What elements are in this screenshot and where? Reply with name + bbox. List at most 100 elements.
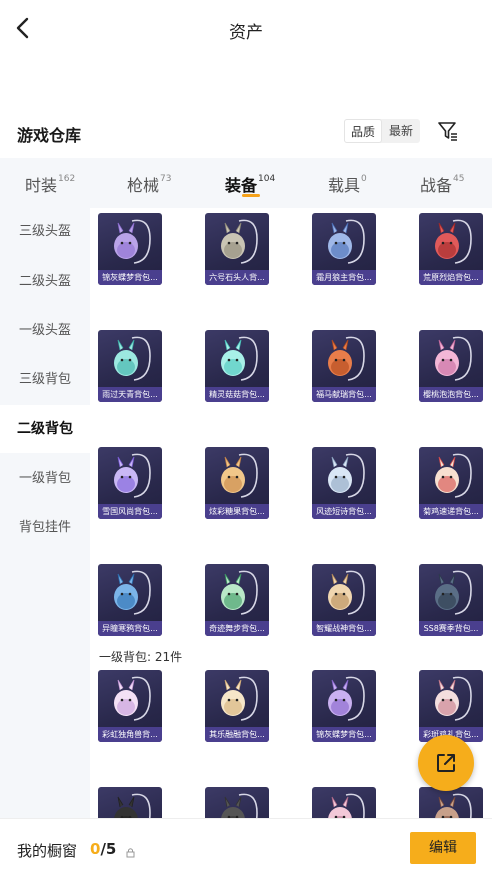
item-card[interactable]: 彩斑鸡礼背包... bbox=[419, 670, 483, 742]
share-fab[interactable] bbox=[418, 735, 474, 791]
backpack-icon bbox=[221, 453, 258, 498]
backpack-icon bbox=[114, 570, 151, 615]
backpack-icon bbox=[328, 570, 365, 615]
backpack-icon bbox=[221, 336, 258, 381]
item-card[interactable]: 智耀战神背包... bbox=[312, 564, 376, 636]
warehouse-title: 游戏仓库 bbox=[17, 126, 82, 145]
tab-fashion[interactable]: 时装162 bbox=[25, 172, 75, 196]
bottom-bar: 我的橱窗 0/5 编辑 bbox=[0, 818, 492, 876]
backpack-icon bbox=[435, 453, 472, 498]
sort-quality[interactable]: 品质 bbox=[344, 119, 382, 143]
backpack-icon bbox=[114, 219, 151, 264]
tab-vehicles[interactable]: 载具0 bbox=[328, 172, 367, 196]
item-card[interactable]: 雪国风尚背包... bbox=[98, 447, 162, 519]
sidebar-item-level1-backpack[interactable]: 一级背包 bbox=[0, 455, 90, 503]
sidebar-item-backpack-charm[interactable]: 背包挂件 bbox=[0, 504, 90, 552]
top-bar: 资产 bbox=[0, 0, 492, 58]
item-card[interactable]: 雨过天青背包... bbox=[98, 330, 162, 402]
item-name: 樱桃泡泡背包... bbox=[419, 387, 483, 402]
sidebar-item-level2-helmet[interactable]: 二级头盔 bbox=[0, 258, 90, 306]
item-name: 菊鸡速递背包... bbox=[419, 504, 483, 519]
item-name: 奇迹舞步背包... bbox=[205, 621, 269, 636]
item-name: 荒原烈焰背包... bbox=[419, 270, 483, 285]
item-name: 异瞳寒鸦背包... bbox=[98, 621, 162, 636]
backpack-icon bbox=[221, 570, 258, 615]
item-card[interactable]: 荒原烈焰背包... bbox=[419, 213, 483, 285]
item-name: SS8赛季背包... bbox=[419, 621, 483, 636]
tab-equipment[interactable]: 装备104 bbox=[225, 172, 275, 196]
tab-supplies[interactable]: 战备45 bbox=[420, 172, 464, 196]
item-card[interactable] bbox=[419, 787, 483, 818]
backpack-icon bbox=[221, 676, 258, 721]
backpack-icon bbox=[435, 570, 472, 615]
lock-icon bbox=[126, 843, 135, 858]
category-tabs: 时装162 枪械73 装备104 载具0 战备45 bbox=[0, 158, 492, 208]
item-card[interactable]: 炫彩糖果背包... bbox=[205, 447, 269, 519]
item-card[interactable]: 风迹短诗背包... bbox=[312, 447, 376, 519]
item-card[interactable]: SS8赛季背包... bbox=[419, 564, 483, 636]
warehouse-header: 游戏仓库 品质 最新 bbox=[0, 112, 492, 152]
active-tab-indicator bbox=[242, 194, 260, 197]
tab-firearms[interactable]: 枪械73 bbox=[127, 172, 171, 196]
backpack-icon bbox=[435, 676, 472, 721]
backpack-icon bbox=[114, 336, 151, 381]
sort-toggle: 品质 最新 bbox=[344, 119, 420, 143]
backpack-icon bbox=[114, 676, 151, 721]
item-name: 锦灰蝶梦背包... bbox=[312, 727, 376, 742]
item-name: 六号石头人背... bbox=[205, 270, 269, 285]
sidebar: 三级头盔 二级头盔 一级头盔 三级背包 二级背包 一级背包 背包挂件 bbox=[0, 208, 90, 818]
sidebar-item-level3-helmet[interactable]: 三级头盔 bbox=[0, 208, 90, 256]
backpack-icon bbox=[328, 219, 365, 264]
item-card[interactable] bbox=[98, 787, 162, 818]
backpack-icon bbox=[114, 793, 151, 818]
item-card[interactable]: 锦灰蝶梦背包... bbox=[312, 670, 376, 742]
item-name: 彩虹独角兽背... bbox=[98, 727, 162, 742]
item-name: 雪国风尚背包... bbox=[98, 504, 162, 519]
item-card[interactable] bbox=[312, 787, 376, 818]
external-link-icon bbox=[437, 754, 455, 772]
filter-icon[interactable] bbox=[437, 120, 459, 142]
item-card[interactable]: 奇迹舞步背包... bbox=[205, 564, 269, 636]
edit-button[interactable]: 编辑 bbox=[410, 832, 476, 864]
item-card[interactable]: 福马献瑞背包... bbox=[312, 330, 376, 402]
page-title: 资产 bbox=[229, 23, 263, 43]
item-name: 其乐融融背包... bbox=[205, 727, 269, 742]
section-label: 一级背包: 21件 bbox=[99, 650, 183, 664]
item-grid: 一级背包: 21件 锦灰蝶梦背包... 六号石头人背... 霜月狼主背包... 荒原烈… bbox=[90, 208, 492, 818]
item-card[interactable]: 彩虹独角兽背... bbox=[98, 670, 162, 742]
item-card[interactable]: 精灵菇菇背包... bbox=[205, 330, 269, 402]
item-name: 智耀战神背包... bbox=[312, 621, 376, 636]
item-name: 炫彩糖果背包... bbox=[205, 504, 269, 519]
sidebar-item-level2-backpack[interactable]: 二级背包 bbox=[0, 405, 90, 453]
backpack-icon bbox=[435, 336, 472, 381]
item-card[interactable]: 异瞳寒鸦背包... bbox=[98, 564, 162, 636]
backpack-icon bbox=[328, 676, 365, 721]
item-card[interactable]: 六号石头人背... bbox=[205, 213, 269, 285]
sidebar-item-level3-backpack[interactable]: 三级背包 bbox=[0, 356, 90, 404]
asset-page: 资产 游戏仓库 品质 最新 时装162 枪械73 装备104 载具0 战备45 … bbox=[0, 0, 492, 876]
backpack-icon bbox=[328, 336, 365, 381]
item-name: 雨过天青背包... bbox=[98, 387, 162, 402]
item-card[interactable] bbox=[205, 787, 269, 818]
backpack-icon bbox=[221, 219, 258, 264]
sidebar-item-level1-helmet[interactable]: 一级头盔 bbox=[0, 307, 90, 355]
backpack-icon bbox=[114, 453, 151, 498]
item-card[interactable]: 锦灰蝶梦背包... bbox=[98, 213, 162, 285]
backpack-icon bbox=[435, 219, 472, 264]
backpack-icon bbox=[328, 453, 365, 498]
backpack-icon bbox=[328, 793, 365, 818]
item-name: 精灵菇菇背包... bbox=[205, 387, 269, 402]
item-name: 福马献瑞背包... bbox=[312, 387, 376, 402]
item-card[interactable]: 霜月狼主背包... bbox=[312, 213, 376, 285]
item-name: 锦灰蝶梦背包... bbox=[98, 270, 162, 285]
showcase-label: 我的橱窗 bbox=[17, 842, 78, 860]
backpack-icon bbox=[435, 793, 472, 818]
sort-newest[interactable]: 最新 bbox=[382, 119, 420, 143]
backpack-icon bbox=[221, 793, 258, 818]
item-card[interactable]: 樱桃泡泡背包... bbox=[419, 330, 483, 402]
showcase-count: 0/5 bbox=[90, 840, 117, 858]
item-card[interactable]: 菊鸡速递背包... bbox=[419, 447, 483, 519]
item-name: 霜月狼主背包... bbox=[312, 270, 376, 285]
item-name: 风迹短诗背包... bbox=[312, 504, 376, 519]
item-card[interactable]: 其乐融融背包... bbox=[205, 670, 269, 742]
